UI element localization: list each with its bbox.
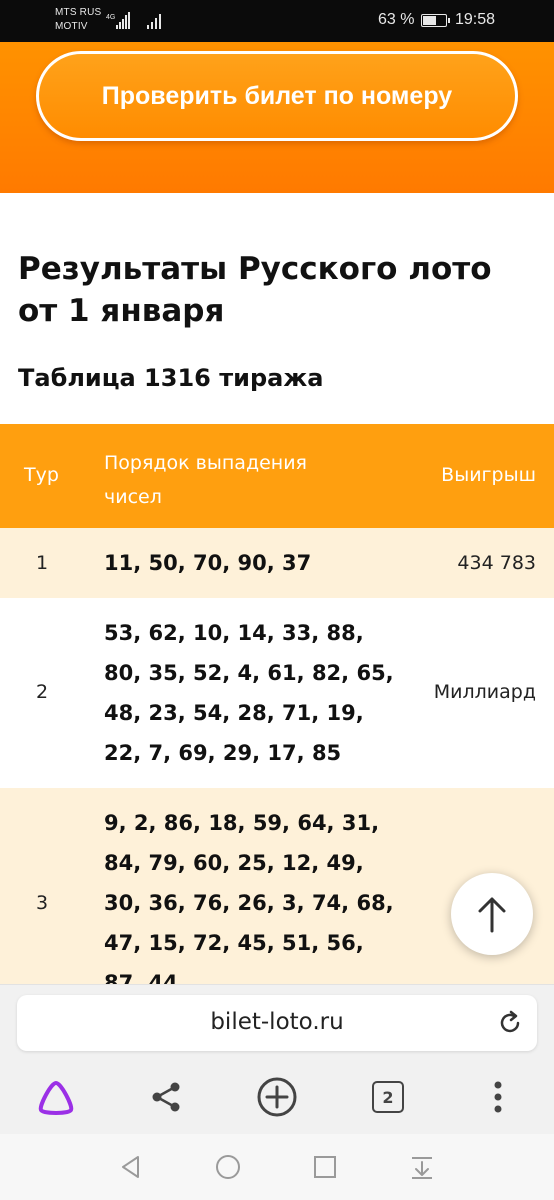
signal-strength-icon: 4G <box>106 12 130 29</box>
page-title: Результаты Русского лото от 1 января <box>18 251 492 329</box>
cell-tour: 2 <box>36 681 49 703</box>
alice-assistant-icon <box>38 1081 74 1115</box>
nav-notifications-button[interactable] <box>407 1152 437 1182</box>
back-triangle-icon <box>122 1156 139 1178</box>
nav-back-button[interactable] <box>116 1152 146 1182</box>
more-vertical-icon <box>494 1081 502 1113</box>
alice-assistant-button[interactable] <box>34 1075 78 1119</box>
share-icon <box>152 1082 180 1112</box>
nav-home-button[interactable] <box>213 1152 243 1182</box>
cell-tour: 3 <box>36 892 49 914</box>
cell-numbers: 11, 50, 70, 90, 37 <box>104 551 312 575</box>
table-title: Таблица 1316 тиража <box>18 364 324 392</box>
status-bar: MTS RUS MOTIV 4G 63 % 19:58 <box>0 0 554 42</box>
address-bar[interactable]: bilet-loto.ru <box>17 995 537 1051</box>
battery-level-fill <box>423 16 437 25</box>
cell-prize: Миллиард <box>433 681 536 703</box>
check-ticket-button[interactable]: Проверить билет по номеру <box>36 51 518 141</box>
battery-icon <box>421 14 450 27</box>
url-text[interactable]: bilet-loto.ru <box>17 1009 537 1035</box>
system-navigation-bar <box>0 1134 554 1200</box>
clock: 19:58 <box>455 11 496 28</box>
recents-square-icon <box>314 1156 336 1178</box>
plus-circle-icon <box>257 1077 297 1117</box>
header-tour: Тур <box>24 464 59 486</box>
header-order: Порядок выпадения чисел <box>104 452 307 508</box>
svg-text:4G: 4G <box>106 14 115 21</box>
browser-toolbar: bilet-loto.ru 2 <box>0 984 554 1134</box>
menu-button[interactable] <box>476 1075 520 1119</box>
table-header: Тур Порядок выпадения чисел Выигрыш <box>0 424 554 528</box>
home-circle-icon <box>216 1155 240 1179</box>
new-tab-button[interactable] <box>255 1075 299 1119</box>
cell-prize: 434 783 <box>457 552 536 574</box>
share-button[interactable] <box>144 1075 188 1119</box>
table-row: 1 11, 50, 70, 90, 37 434 783 <box>0 528 554 598</box>
tabs-count-icon: 2 <box>372 1081 404 1113</box>
cell-numbers: 9, 2, 86, 18, 59, 64, 31, 84, 79, 60, 25… <box>104 811 394 984</box>
pull-down-icon <box>412 1157 432 1179</box>
tabs-button[interactable]: 2 <box>366 1075 410 1119</box>
scroll-to-top-button[interactable] <box>451 873 533 955</box>
arrow-up-icon <box>478 897 506 933</box>
cell-numbers: 53, 62, 10, 14, 33, 88, 80, 35, 52, 4, 6… <box>104 621 394 765</box>
cell-tour: 1 <box>36 552 49 574</box>
hero-banner: Проверить билет по номеру <box>0 42 554 193</box>
signal-strength-2-icon <box>147 14 161 29</box>
carrier-name: MTS RUS MOTIV <box>55 7 102 32</box>
reload-icon[interactable] <box>497 1010 523 1036</box>
nav-recents-button[interactable] <box>310 1152 340 1182</box>
header-prize: Выигрыш <box>441 464 536 486</box>
battery-percent: 63 % <box>378 11 415 28</box>
table-row: 2 53, 62, 10, 14, 33, 88, 80, 35, 52, 4,… <box>0 598 554 788</box>
